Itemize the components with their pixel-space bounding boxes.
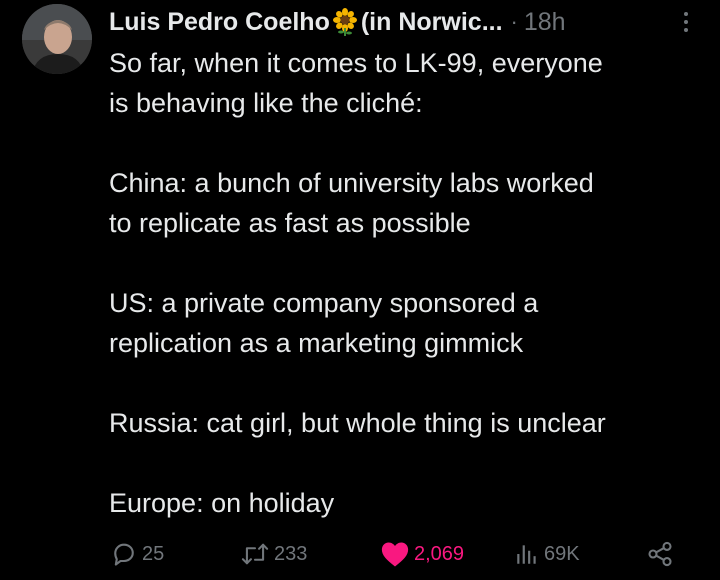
post-line: to replicate as fast as possible [109,208,471,238]
avatar[interactable] [22,4,92,74]
post-line: is behaving like the cliché: [109,88,423,118]
repost-button[interactable]: 233 [240,536,307,572]
post-text: So far, when it comes to LK-99, everyone… [109,43,709,523]
views-button[interactable]: 69K [514,536,580,572]
post-line: Russia: cat girl, but whole thing is unc… [109,408,606,438]
tweet-header: Luis Pedro Coelho (in Norwic... · 18h [109,4,566,40]
reply-count: 25 [142,542,165,565]
post-line: US: a private company sponsored a [109,288,539,318]
tweet[interactable]: Luis Pedro Coelho (in Norwic... · 18h So… [0,0,720,580]
heart-icon [380,540,410,568]
views-count: 69K [544,542,580,565]
author-name-suffix[interactable]: (in Norwic... [361,8,503,37]
author-display-name[interactable]: Luis Pedro Coelho [109,8,330,37]
like-button[interactable]: 2,069 [380,536,464,572]
views-icon [514,540,540,568]
post-timestamp[interactable]: 18h [524,8,566,37]
like-count: 2,069 [414,542,465,565]
sunflower-emoji [331,8,359,36]
repost-count: 233 [274,542,308,565]
reply-button[interactable]: 25 [110,536,164,572]
action-bar: 25 233 2,069 69K [110,536,690,572]
post-line: replication as a marketing gimmick [109,328,524,358]
post-line: China: a bunch of university labs worked [109,168,594,198]
share-icon [646,540,674,568]
reply-icon [110,540,138,568]
share-button[interactable] [646,536,674,572]
more-icon[interactable] [676,8,696,36]
separator-dot: · [510,9,518,34]
post-line: So far, when it comes to LK-99, everyone [109,48,603,78]
post-line: Europe: on holiday [109,488,335,518]
repost-icon [240,540,270,568]
